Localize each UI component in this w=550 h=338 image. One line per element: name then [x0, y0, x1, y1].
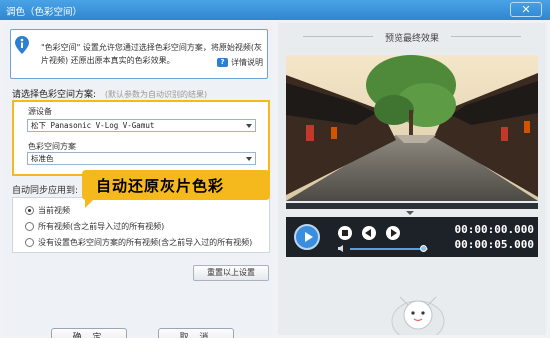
radio-unselected[interactable]: [25, 222, 34, 231]
info-icon: [15, 36, 29, 54]
color-space-group: 源设备 松下 Panasonic V-Log V-Gamut 色彩空间方案 标准…: [12, 100, 270, 176]
callout-text: 自动还原灰片色彩: [96, 177, 225, 195]
help-label: 详情说明: [231, 58, 263, 67]
section-title: 请选择色彩空间方案:: [12, 90, 97, 100]
section-hint: (默认参数为自动识别的结果): [104, 90, 208, 99]
source-device-value: 松下 Panasonic V-Log V-Gamut: [31, 121, 155, 130]
ok-button[interactable]: 确 定: [51, 328, 127, 338]
preview-panel: 预览最终效果 00:00:00.000 00:00:05.000: [278, 23, 546, 335]
next-frame-button[interactable]: [386, 226, 400, 240]
color-scheme-label: 色彩空间方案: [28, 142, 76, 151]
sync-option-label: 没有设置色彩空间方案的所有视频(含之前导入过的所有视频): [38, 238, 253, 247]
volume-handle[interactable]: [419, 245, 427, 252]
mascot-illustration: [391, 296, 445, 335]
chevron-down-icon[interactable]: [406, 211, 414, 215]
cancel-button[interactable]: 取 消: [158, 328, 234, 338]
sync-label: 自动同步应用到:: [12, 186, 79, 196]
help-link[interactable]: ? 详情说明: [217, 57, 263, 68]
sync-option-current[interactable]: 当前视频: [25, 205, 70, 216]
sync-option-label: 当前视频: [38, 206, 70, 215]
close-button[interactable]: ✕: [510, 2, 542, 17]
current-time: 00:00:00.000: [454, 223, 534, 236]
play-button[interactable]: [294, 224, 320, 250]
source-device-label: 源设备: [28, 107, 52, 116]
color-space-section-label: 请选择色彩空间方案: (默认参数为自动识别的结果): [12, 87, 207, 100]
reset-button[interactable]: 重置以上设置: [193, 265, 269, 281]
info-box: "色彩空间" 设置允许您通过选择色彩空间方案，将原始视频(灰片视频) 还原出原本…: [10, 29, 268, 79]
player-controls: 00:00:00.000 00:00:05.000: [286, 217, 538, 257]
callout-pointer: [85, 200, 93, 208]
color-scheme-select[interactable]: 标准色: [27, 152, 256, 165]
sync-option-unset[interactable]: 没有设置色彩空间方案的所有视频(含之前导入过的所有视频): [25, 237, 252, 248]
radio-unselected[interactable]: [25, 238, 34, 247]
volume-slider[interactable]: [350, 248, 428, 250]
sync-option-all[interactable]: 所有视频(含之前导入过的所有视频): [25, 221, 164, 232]
volume-fill: [350, 248, 423, 250]
window-title: 调色（色彩空间）: [6, 7, 83, 18]
sync-options: 当前视频 所有视频(含之前导入过的所有视频) 没有设置色彩空间方案的所有视频(含…: [12, 197, 270, 253]
preview-video-frame: [286, 55, 538, 201]
radio-selected[interactable]: [25, 206, 34, 215]
previous-frame-button[interactable]: [362, 226, 376, 240]
title-bar: 调色（色彩空间） ✕: [0, 0, 550, 20]
chevron-down-icon: [246, 124, 252, 128]
volume-icon[interactable]: [338, 245, 346, 252]
help-icon: ?: [217, 58, 228, 67]
sync-option-label: 所有视频(含之前导入过的所有视频): [38, 222, 165, 231]
source-device-select[interactable]: 松下 Panasonic V-Log V-Gamut: [27, 119, 256, 132]
stop-button[interactable]: [338, 226, 352, 240]
preview-title: 预览最终效果: [278, 31, 546, 44]
playback-progress-bar[interactable]: [286, 203, 538, 209]
color-scheme-value: 标准色: [31, 154, 54, 163]
total-time: 00:00:05.000: [454, 238, 534, 251]
chevron-down-icon: [246, 157, 252, 161]
feature-callout: 自动还原灰片色彩: [82, 170, 270, 208]
